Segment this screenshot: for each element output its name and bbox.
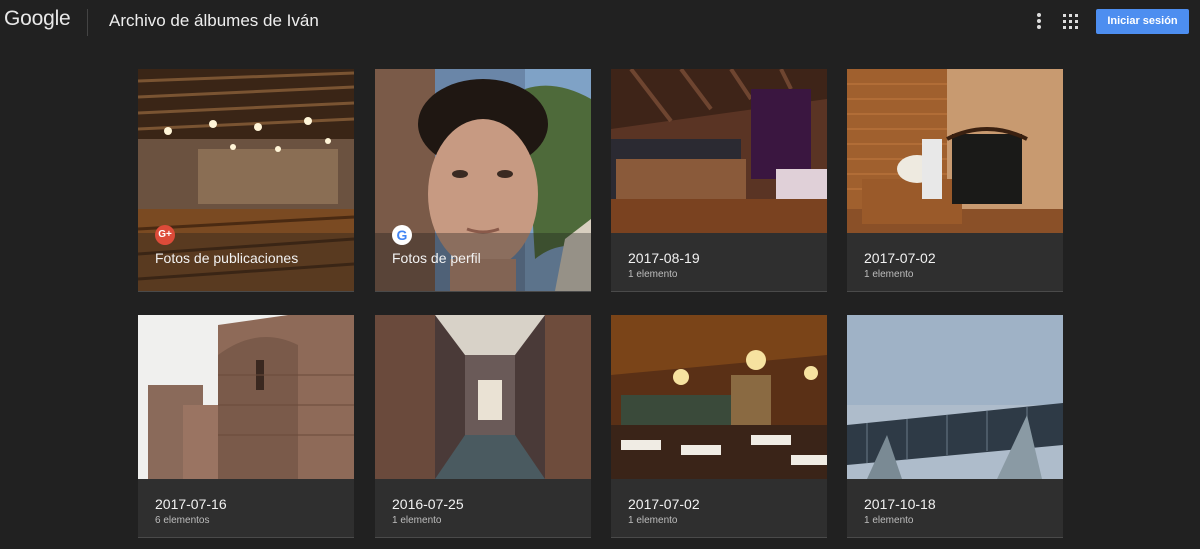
album-card[interactable]: G+ Fotos de publicaciones	[138, 69, 354, 292]
album-card[interactable]: G Fotos de perfil	[375, 69, 591, 292]
album-item-count: 1 elemento	[628, 515, 678, 526]
album-item-count: 6 elementos	[155, 515, 210, 526]
album-item-count: 1 elemento	[864, 515, 914, 526]
album-card[interactable]: 2017-07-16 6 elementos	[138, 315, 354, 538]
album-item-count: 1 elemento	[628, 269, 678, 280]
top-bar: Google Archivo de álbumes de Iván Inicia…	[0, 0, 1200, 44]
album-thumbnail	[611, 315, 827, 479]
album-item-count: 1 elemento	[392, 515, 442, 526]
sign-in-button[interactable]: Iniciar sesión	[1096, 9, 1189, 34]
album-card[interactable]: 2017-10-18 1 elemento	[847, 315, 1063, 538]
album-card[interactable]: 2016-07-25 1 elemento	[375, 315, 591, 538]
more-options-icon[interactable]	[1034, 13, 1044, 31]
album-item-count: 1 elemento	[864, 269, 914, 280]
album-card[interactable]: 2017-08-19 1 elemento	[611, 69, 827, 292]
album-thumbnail	[375, 315, 591, 479]
album-name: Fotos de perfil	[392, 250, 481, 266]
album-card[interactable]: 2017-07-02 1 elemento	[847, 69, 1063, 292]
album-name: 2017-07-02	[864, 250, 936, 266]
album-card[interactable]: 2017-07-02 1 elemento	[611, 315, 827, 538]
album-thumbnail	[847, 69, 1063, 233]
google-logo[interactable]: Google	[4, 7, 71, 31]
album-thumbnail	[138, 315, 354, 479]
album-name: 2017-10-18	[864, 496, 936, 512]
album-name: 2017-08-19	[628, 250, 700, 266]
google-plus-icon: G+	[155, 225, 175, 245]
apps-grid-icon[interactable]	[1063, 14, 1078, 29]
album-thumbnail	[611, 69, 827, 233]
album-name: Fotos de publicaciones	[155, 250, 299, 266]
album-name: 2017-07-16	[155, 496, 227, 512]
album-name: 2017-07-02	[628, 496, 700, 512]
album-thumbnail	[847, 315, 1063, 479]
header-divider	[87, 9, 88, 36]
page-title: Archivo de álbumes de Iván	[109, 11, 319, 30]
google-icon: G	[392, 225, 412, 245]
album-name: 2016-07-25	[392, 496, 464, 512]
